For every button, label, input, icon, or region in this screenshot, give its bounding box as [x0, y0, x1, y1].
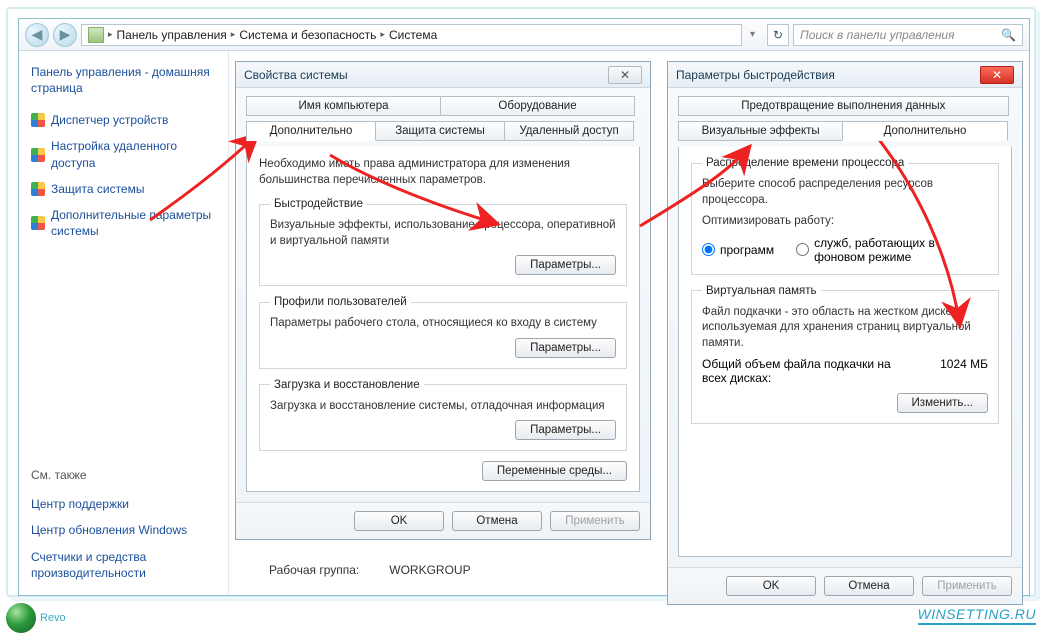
cancel-button[interactable]: Отмена	[824, 576, 914, 596]
sidebar-item-remote-settings[interactable]: Настройка удаленного доступа	[31, 138, 216, 170]
back-button[interactable]: ◀	[25, 23, 49, 47]
environment-variables-button[interactable]: Переменные среды...	[482, 461, 627, 481]
sidebar: Панель управления - домашняя страница Ди…	[19, 51, 229, 595]
workgroup-label: Рабочая группа:	[269, 563, 359, 577]
tab-remote[interactable]: Удаленный доступ	[504, 121, 634, 141]
dialog-title: Свойства системы	[244, 68, 348, 82]
user-profiles-desc: Параметры рабочего стола, относящиеся ко…	[270, 316, 616, 332]
body-area: Панель управления - домашняя страница Ди…	[19, 51, 1029, 595]
nav-bar: ◀ ▶ ▸ Панель управления ▸ Система и безо…	[19, 19, 1029, 51]
dialog-footer: OK Отмена Применить	[668, 567, 1022, 604]
watermark: WINSETTING.RU	[918, 606, 1037, 625]
optimize-label: Оптимизировать работу:	[702, 214, 988, 230]
cpu-scheduling-group: Распределение времени процессора Выберит…	[691, 157, 999, 275]
tab-advanced[interactable]: Дополнительно	[246, 121, 376, 141]
radio-programs[interactable]: программ	[702, 243, 774, 257]
radio-background[interactable]: служб, работающих в фоновом режиме	[796, 236, 988, 264]
breadcrumb-security[interactable]: Система и безопасность	[239, 28, 376, 42]
taskbar-fragment: Revo	[4, 609, 1040, 627]
tabs-row-top: Предотвращение выполнения данных	[678, 96, 1012, 116]
virtual-memory-group: Виртуальная память Файл подкачки - это о…	[691, 285, 999, 425]
virtual-memory-desc: Файл подкачки - это область на жестком д…	[702, 305, 988, 352]
performance-options-dialog: Параметры быстродействия ✕ Предотвращени…	[667, 61, 1023, 605]
user-profiles-group: Профили пользователей Параметры рабочего…	[259, 296, 627, 369]
workgroup-row: Рабочая группа: WORKGROUP	[269, 563, 471, 577]
close-icon[interactable]: ✕	[980, 66, 1014, 84]
taskbar-app-label[interactable]: Revo	[40, 612, 66, 624]
dialog-title: Параметры быстродействия	[676, 68, 835, 82]
tab-dep[interactable]: Предотвращение выполнения данных	[678, 96, 1009, 116]
control-panel-home-link[interactable]: Панель управления - домашняя страница	[31, 65, 216, 96]
breadcrumb-system[interactable]: Система	[389, 28, 437, 42]
apply-button[interactable]: Применить	[550, 511, 640, 531]
shield-icon	[31, 216, 45, 230]
paging-total-label: Общий объем файла подкачки на всех диска…	[702, 357, 912, 385]
cpu-scheduling-legend: Распределение времени процессора	[702, 157, 908, 169]
tab-hardware[interactable]: Оборудование	[440, 96, 635, 116]
startup-recovery-desc: Загрузка и восстановление системы, отлад…	[270, 399, 616, 415]
cancel-button[interactable]: Отмена	[452, 511, 542, 531]
tab-advanced[interactable]: Дополнительно	[842, 121, 1007, 141]
dialog-titlebar: Параметры быстродействия ✕	[668, 62, 1022, 88]
control-panel-icon	[88, 27, 104, 43]
dropdown-chevron-icon[interactable]: ▾	[750, 29, 755, 40]
apply-button[interactable]: Применить	[922, 576, 1012, 596]
search-placeholder: Поиск в панели управления	[800, 28, 955, 42]
ok-button[interactable]: OK	[354, 511, 444, 531]
performance-legend: Быстродействие	[270, 198, 367, 210]
main-content: Рабочая группа: WORKGROUP Свойства систе…	[229, 51, 1029, 595]
change-button[interactable]: Изменить...	[897, 393, 988, 413]
workgroup-value: WORKGROUP	[389, 563, 470, 577]
dialog-footer: OK Отмена Применить	[236, 502, 650, 539]
address-bar[interactable]: ▸ Панель управления ▸ Система и безопасн…	[81, 24, 742, 46]
admin-note: Необходимо иметь права администратора дл…	[259, 157, 627, 188]
startup-recovery-settings-button[interactable]: Параметры...	[515, 420, 616, 440]
paging-total-value: 1024 МБ	[940, 357, 988, 385]
system-properties-dialog: Свойства системы ✕ Имя компьютера Оборуд…	[235, 61, 651, 540]
chevron-right-icon: ▸	[231, 29, 236, 40]
tab-computer-name[interactable]: Имя компьютера	[246, 96, 441, 116]
explorer-window: ◀ ▶ ▸ Панель управления ▸ Система и безо…	[18, 18, 1030, 596]
user-profiles-legend: Профили пользователей	[270, 296, 411, 308]
shield-icon	[31, 182, 45, 196]
performance-settings-button[interactable]: Параметры...	[515, 255, 616, 275]
breadcrumb-root[interactable]: Панель управления	[117, 28, 227, 42]
search-icon: 🔍	[1001, 28, 1016, 42]
radio-programs-input[interactable]	[702, 243, 715, 256]
sidebar-link-perf-tools[interactable]: Счетчики и средства производительности	[31, 549, 216, 581]
tab-system-protection[interactable]: Защита системы	[375, 121, 505, 141]
performance-group: Быстродействие Визуальные эффекты, испол…	[259, 198, 627, 286]
performance-desc: Визуальные эффекты, использование процес…	[270, 218, 616, 249]
shield-icon	[31, 148, 45, 162]
sidebar-item-advanced-settings[interactable]: Дополнительные параметры системы	[31, 207, 216, 239]
radio-background-input[interactable]	[796, 243, 809, 256]
start-orb-icon[interactable]	[6, 603, 36, 633]
sidebar-link-windows-update[interactable]: Центр обновления Windows	[31, 522, 216, 538]
shield-icon	[31, 113, 45, 127]
chevron-right-icon: ▸	[380, 29, 385, 40]
sidebar-link-action-center[interactable]: Центр поддержки	[31, 496, 216, 512]
user-profiles-settings-button[interactable]: Параметры...	[515, 338, 616, 358]
tabs-row-bottom: Дополнительно Защита системы Удаленный д…	[246, 121, 640, 141]
chevron-right-icon: ▸	[108, 29, 113, 40]
sidebar-item-device-manager[interactable]: Диспетчер устройств	[31, 112, 216, 128]
search-input[interactable]: Поиск в панели управления 🔍	[793, 24, 1023, 46]
ok-button[interactable]: OK	[726, 576, 816, 596]
startup-recovery-legend: Загрузка и восстановление	[270, 379, 424, 391]
sidebar-item-system-protection[interactable]: Защита системы	[31, 181, 216, 197]
tabs-row-bottom: Визуальные эффекты Дополнительно	[678, 121, 1012, 141]
dialog-titlebar: Свойства системы ✕	[236, 62, 650, 88]
tabs-row-top: Имя компьютера Оборудование	[246, 96, 640, 116]
see-also-heading: См. также	[31, 468, 216, 482]
refresh-button[interactable]: ↻	[767, 24, 789, 46]
close-icon[interactable]: ✕	[608, 66, 642, 84]
forward-button[interactable]: ▶	[53, 23, 77, 47]
cpu-scheduling-desc: Выберите способ распределения ресурсов п…	[702, 177, 988, 208]
tab-visual-effects[interactable]: Визуальные эффекты	[678, 121, 843, 141]
virtual-memory-legend: Виртуальная память	[702, 285, 821, 297]
startup-recovery-group: Загрузка и восстановление Загрузка и вос…	[259, 379, 627, 452]
